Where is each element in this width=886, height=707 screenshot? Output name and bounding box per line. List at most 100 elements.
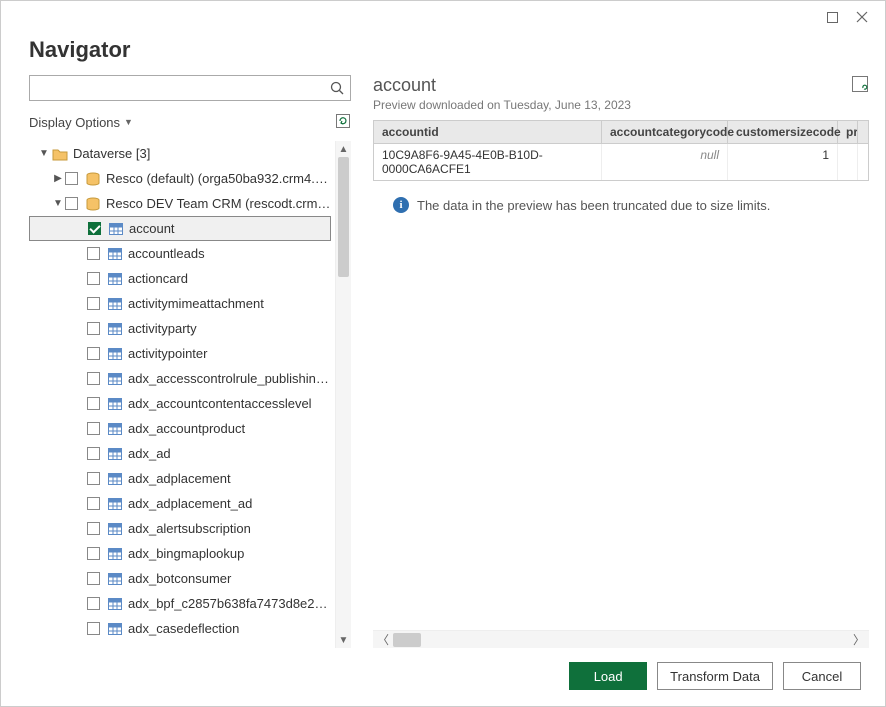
checkbox[interactable] [87, 472, 100, 485]
checkbox[interactable] [87, 622, 100, 635]
table-icon [107, 223, 125, 235]
tree-table-adx_accesscontrolrule_publishingstate[interactable]: adx_accesscontrolrule_publishingstate [29, 366, 331, 391]
preview-hscrollbar[interactable]: 〈 〉 [373, 630, 869, 648]
tree-table-actioncard[interactable]: actioncard [29, 266, 331, 291]
tree-table-accountleads[interactable]: accountleads [29, 241, 331, 266]
search-input[interactable] [30, 76, 324, 100]
tree-item-label: adx_bingmaplookup [124, 546, 331, 561]
checkbox[interactable] [87, 572, 100, 585]
tree-table-adx_alertsubscription[interactable]: adx_alertsubscription [29, 516, 331, 541]
table-icon [106, 498, 124, 510]
tree-table-activitypointer[interactable]: activitypointer [29, 341, 331, 366]
table-icon [106, 423, 124, 435]
checkbox[interactable] [65, 197, 78, 210]
maximize-icon[interactable] [817, 5, 847, 29]
checkbox[interactable] [65, 172, 78, 185]
column-header[interactable]: customersizecode [728, 121, 838, 143]
table-icon [106, 298, 124, 310]
tree-item-label: accountleads [124, 246, 331, 261]
tree-table-activitymimeattachment[interactable]: activitymimeattachment [29, 291, 331, 316]
column-header[interactable]: accountid [374, 121, 602, 143]
scroll-left-icon[interactable]: 〈 [373, 631, 393, 648]
chevron-down-icon[interactable]: ▼ [37, 148, 51, 159]
checkbox[interactable] [87, 397, 100, 410]
table-icon [106, 273, 124, 285]
close-icon[interactable] [847, 5, 877, 29]
table-icon [106, 473, 124, 485]
search-box[interactable] [29, 75, 351, 101]
tree-connection-0[interactable]: ▶ Resco (default) (orga50ba932.crm4.dyna.… [29, 166, 331, 191]
checkbox[interactable] [87, 322, 100, 335]
display-options-dropdown[interactable]: Display Options ▼ [29, 115, 133, 130]
tree-table-adx_casedeflection[interactable]: adx_casedeflection [29, 616, 331, 641]
refresh-icon[interactable] [335, 113, 351, 132]
scroll-down-icon[interactable]: ▼ [336, 632, 351, 648]
navigator-dialog: Navigator Display Options ▼ ▼Dat [0, 0, 886, 707]
checkbox[interactable] [87, 372, 100, 385]
tree-table-adx_botconsumer[interactable]: adx_botconsumer [29, 566, 331, 591]
column-header[interactable]: accountcategorycode [602, 121, 728, 143]
tree-table-activityparty[interactable]: activityparty [29, 316, 331, 341]
tree-scrollbar[interactable]: ▲ ▼ [335, 141, 351, 648]
hscroll-thumb[interactable] [393, 633, 421, 647]
checkbox[interactable] [87, 497, 100, 510]
hscroll-track[interactable] [393, 631, 849, 648]
chevron-right-icon[interactable]: ▶ [51, 173, 65, 184]
tree-connection-1[interactable]: ▼ Resco DEV Team CRM (rescodt.crm4.dyna..… [29, 191, 331, 216]
grid-header-row: accountid accountcategorycode customersi… [374, 121, 868, 144]
grid-cell [838, 144, 858, 180]
cancel-button[interactable]: Cancel [783, 662, 861, 690]
tree-root-dataverse[interactable]: ▼ Dataverse [3] [29, 141, 331, 166]
tree-item-label: adx_ad [124, 446, 331, 461]
checkbox[interactable] [87, 522, 100, 535]
scroll-right-icon[interactable]: 〉 [849, 631, 869, 648]
checkbox[interactable] [87, 347, 100, 360]
display-options-label: Display Options [29, 115, 120, 130]
titlebar [1, 1, 885, 33]
tree-item-label: Resco DEV Team CRM (rescodt.crm4.dyna... [102, 196, 331, 211]
chevron-down-icon[interactable]: ▼ [51, 198, 65, 209]
preview-pane: account Preview downloaded on Tuesday, J… [351, 75, 869, 648]
tree-table-adx_adplacement_ad[interactable]: adx_adplacement_ad [29, 491, 331, 516]
tree-table-account[interactable]: account [29, 216, 331, 241]
tree-table-adx_accountcontentaccesslevel[interactable]: adx_accountcontentaccesslevel [29, 391, 331, 416]
table-icon [106, 448, 124, 460]
preview-options-icon[interactable] [851, 75, 869, 96]
preview-subtitle: Preview downloaded on Tuesday, June 13, … [373, 98, 631, 112]
checkbox[interactable] [87, 597, 100, 610]
info-icon: i [393, 197, 409, 213]
scroll-track[interactable] [336, 157, 351, 632]
tree-table-adx_bingmaplookup[interactable]: adx_bingmaplookup [29, 541, 331, 566]
table-icon [106, 548, 124, 560]
checkbox[interactable] [87, 547, 100, 560]
grid-cell: 10C9A8F6-9A45-4E0B-B10D-0000CA6ACFE1 [374, 144, 602, 180]
tree-table-adx_adplacement[interactable]: adx_adplacement [29, 466, 331, 491]
checkbox[interactable] [87, 447, 100, 460]
scroll-thumb[interactable] [338, 157, 349, 277]
grid-data-row[interactable]: 10C9A8F6-9A45-4E0B-B10D-0000CA6ACFE1 nul… [374, 144, 868, 180]
tree-item-label: Dataverse [3] [69, 146, 331, 161]
tree-item-label: adx_accountproduct [124, 421, 331, 436]
checkbox[interactable] [87, 272, 100, 285]
data-source-tree[interactable]: ▼ Dataverse [3] ▶ Resco (default) (orga50ba… [29, 141, 335, 648]
search-icon[interactable] [324, 81, 350, 95]
table-icon [106, 623, 124, 635]
checkbox[interactable] [87, 297, 100, 310]
checkbox[interactable] [87, 422, 100, 435]
checkbox[interactable] [88, 222, 101, 235]
load-button[interactable]: Load [569, 662, 647, 690]
tree-item-label: Resco (default) (orga50ba932.crm4.dyna..… [102, 171, 331, 186]
dialog-title: Navigator [29, 37, 857, 63]
tree-item-label: activitypointer [124, 346, 331, 361]
tree-table-adx_accountproduct[interactable]: adx_accountproduct [29, 416, 331, 441]
grid-cell: null [602, 144, 728, 180]
column-header[interactable]: pr [838, 121, 858, 143]
checkbox[interactable] [87, 247, 100, 260]
table-icon [106, 573, 124, 585]
table-icon [106, 248, 124, 260]
truncation-text: The data in the preview has been truncat… [417, 198, 770, 213]
tree-table-adx_ad[interactable]: adx_ad [29, 441, 331, 466]
tree-table-adx_bpf_c2857b638fa7473d8e2f112c...[interactable]: adx_bpf_c2857b638fa7473d8e2f112c... [29, 591, 331, 616]
scroll-up-icon[interactable]: ▲ [336, 141, 351, 157]
transform-data-button[interactable]: Transform Data [657, 662, 773, 690]
